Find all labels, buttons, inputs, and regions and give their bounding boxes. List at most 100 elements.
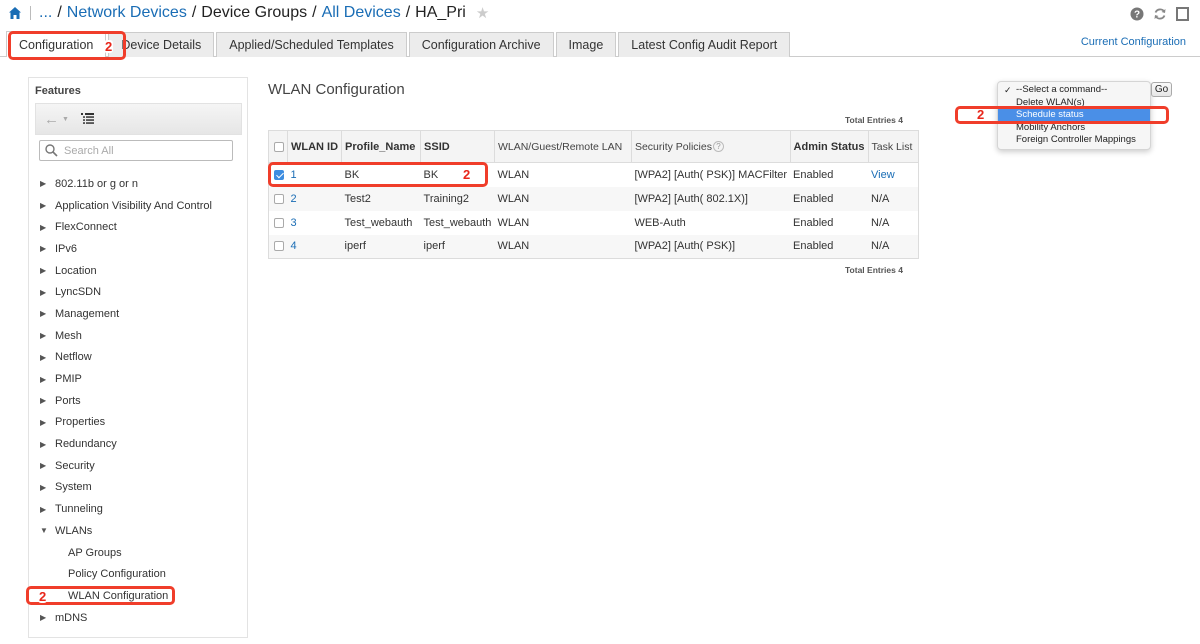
breadcrumb-separator: / (312, 4, 317, 21)
tab-configuration[interactable]: Configuration (6, 31, 107, 57)
favorite-star-icon[interactable]: ★ (476, 4, 489, 22)
command-option-mobility-anchors[interactable]: Mobility Anchors (998, 122, 1150, 135)
home-icon[interactable] (8, 6, 22, 20)
tree-item-ap-groups[interactable]: AP Groups (29, 542, 247, 564)
tree-item-label: Redundancy (55, 438, 117, 451)
list-view-button[interactable] (80, 113, 94, 125)
tab-image[interactable]: Image (555, 32, 617, 57)
tree-item-policy-configuration[interactable]: Policy Configuration (29, 563, 247, 585)
tree-item-label: System (55, 481, 92, 494)
ssid-cell: Test_webauth (423, 216, 492, 229)
breadcrumb-separator: / (191, 4, 197, 21)
col-wlan-id[interactable]: WLAN ID (287, 130, 343, 163)
tree-item-label: Security (55, 459, 95, 472)
tree-item-label: Properties (55, 416, 106, 429)
tree-item-tunneling[interactable]: ▶ Tunneling (29, 498, 247, 520)
command-option-schedule-status[interactable]: Schedule status (998, 109, 1150, 122)
tab-applied-scheduled-templates[interactable]: Applied/Scheduled Templates (216, 32, 407, 57)
breadcrumb-current-device: HA_Pri (415, 4, 466, 21)
tree-item-pmip[interactable]: ▶ PMIP (29, 368, 247, 390)
task-list-cell: N/A (868, 234, 919, 259)
task-list-view-link[interactable]: View (868, 163, 918, 187)
tree-item-netflow[interactable]: ▶ Netflow (29, 347, 247, 369)
profile-name-cell: Test2 (341, 186, 421, 211)
tree-item-avc[interactable]: ▶ Application Visibility And Control (29, 195, 247, 217)
wlan-id-link[interactable]: 2 (287, 186, 342, 211)
breadcrumb-all-devices[interactable]: All Devices (322, 4, 401, 22)
go-button[interactable]: Go (1151, 82, 1172, 97)
wlan-id-link[interactable]: 4 (287, 234, 342, 259)
caret-down-icon: ▼ (62, 115, 69, 123)
tree-item-wlans[interactable]: ▼ WLANs (29, 520, 247, 542)
breadcrumb-network-devices[interactable]: Network Devices (67, 4, 187, 22)
row-checkbox[interactable] (274, 217, 284, 228)
search-input[interactable] (64, 144, 224, 157)
col-security-policies[interactable]: Security Policies? (631, 130, 791, 163)
select-all-checkbox[interactable] (274, 141, 284, 152)
annotation-step-badge: 2 (977, 107, 985, 122)
col-ssid[interactable]: SSID (420, 130, 495, 163)
row-select-cell (269, 211, 288, 235)
command-dropdown-menu[interactable]: ✓ --Select a command-- Delete WLAN(s) Sch… (997, 81, 1151, 150)
row-select-cell (268, 234, 288, 259)
tree-item-security[interactable]: ▶ Security (29, 455, 247, 477)
tab-latest-config-audit-report[interactable]: Latest Config Audit Report (618, 32, 791, 57)
breadcrumb-ellipsis[interactable]: ... (39, 4, 52, 22)
expand-arrow-icon: ▶ (40, 461, 47, 471)
security-policies-cell: [WPA2] [Auth( 802.1X)] (631, 186, 791, 211)
command-option-select[interactable]: ✓ --Select a command-- (998, 84, 1150, 97)
tree-item-lyncsdn[interactable]: ▶ LyncSDN (29, 281, 247, 303)
tree-item-system[interactable]: ▶ System (29, 477, 247, 499)
tab-device-details[interactable]: Device Details (108, 32, 215, 57)
tree-item-label: 802.11b or g or n (55, 177, 138, 190)
help-icon[interactable]: ? (712, 140, 724, 152)
tree-item-mdns[interactable]: ▶ mDNS (29, 607, 247, 629)
tree-item-location[interactable]: ▶ Location (29, 260, 247, 282)
expand-arrow-icon: ▶ (40, 309, 47, 319)
expand-arrow-icon: ▶ (40, 504, 47, 514)
row-checkbox[interactable] (274, 241, 284, 252)
collapse-arrow-icon: ▼ (40, 526, 48, 536)
wlan-id-link[interactable]: 1 (288, 163, 342, 187)
total-entries-top: Total Entries 4 (845, 115, 903, 125)
col-profile-name[interactable]: Profile_Name (341, 130, 422, 163)
wlan-id-link[interactable]: 3 (288, 211, 342, 235)
tree-item-802-11bgn[interactable]: ▶ 802.11b or g or n (29, 173, 247, 195)
table-row[interactable]: 1 BK BK WLAN [WPA2] [Auth( PSK)] MACFilt… (269, 163, 919, 187)
wlan-type-cell: WLAN (494, 186, 632, 211)
profile-name-cell: Test_webauth (344, 216, 413, 229)
tree-item-properties[interactable]: ▶ Properties (29, 412, 247, 434)
divider (30, 6, 31, 20)
expand-arrow-icon: ▶ (40, 331, 47, 341)
row-checkbox[interactable] (274, 193, 284, 204)
feature-tree: ▶ 802.11b or g or n ▶ Application Visibili… (29, 173, 247, 628)
tree-item-wlan-configuration[interactable]: WLAN Configuration (29, 585, 247, 607)
admin-status-cell: Enabled (793, 216, 834, 229)
command-option-delete-wlans[interactable]: Delete WLAN(s) (998, 97, 1150, 110)
col-admin-status[interactable]: Admin Status (790, 130, 869, 163)
table-row[interactable]: 4 iperf iperf WLAN [WPA2] [Auth( PSK)] E… (268, 234, 919, 259)
admin-status-cell: Enabled (790, 234, 869, 259)
tree-item-redundancy[interactable]: ▶ Redundancy (29, 433, 247, 455)
back-button[interactable]: ← ▼ (44, 111, 69, 128)
window-icon[interactable] (1175, 6, 1190, 21)
table-row[interactable]: 3 Test_webauth Test_webauth WLAN WEB-Aut… (269, 211, 919, 235)
tree-item-flexconnect[interactable]: ▶ FlexConnect (29, 216, 247, 238)
help-icon[interactable]: ? (1129, 6, 1144, 21)
security-policies-cell: [WPA2] [Auth( PSK)] (631, 234, 791, 259)
table-row[interactable]: 2 Test2 Training2 WLAN [WPA2] [Auth( 802… (268, 186, 919, 211)
command-option-foreign-controller-mappings[interactable]: Foreign Controller Mappings (998, 134, 1150, 147)
refresh-icon[interactable] (1152, 6, 1167, 21)
tab-configuration-archive[interactable]: Configuration Archive (408, 32, 554, 57)
row-checkbox[interactable] (274, 169, 284, 180)
col-security-policies-label: Security Policies (634, 140, 712, 153)
col-wlan-type[interactable]: WLAN/Guest/Remote LAN (494, 130, 632, 163)
annotation-step-badge: 2 (104, 39, 114, 54)
tree-item-ports[interactable]: ▶ Ports (29, 390, 247, 412)
current-configuration-link[interactable]: Current Configuration (1081, 36, 1186, 48)
tree-item-label: Location (55, 264, 97, 277)
tree-item-ipv6[interactable]: ▶ IPv6 (29, 238, 247, 260)
tree-item-mesh[interactable]: ▶ Mesh (29, 325, 247, 347)
tree-item-management[interactable]: ▶ Management (29, 303, 247, 325)
breadcrumb-separator: / (57, 4, 62, 21)
